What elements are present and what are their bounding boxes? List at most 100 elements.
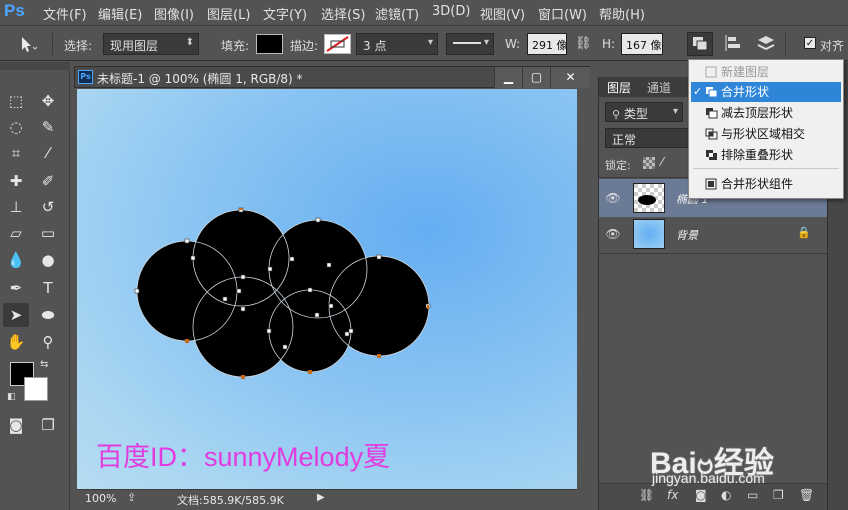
clone-stamp-tool-icon[interactable]: ⊥ <box>3 195 29 219</box>
toolbar-header <box>0 62 70 70</box>
lock-brush-icon[interactable]: ⁄ <box>661 155 663 169</box>
tab-channels[interactable]: 通道 <box>647 79 671 96</box>
menu-exclude-overlapping[interactable]: 排除重叠形状 <box>691 145 841 165</box>
layer-filter-dropdown[interactable]: ⚲ 类型 ▾ <box>605 102 683 122</box>
default-colors-icon[interactable]: ◧ <box>7 392 17 402</box>
visibility-eye-icon[interactable]: 👁 <box>603 179 623 217</box>
stroke-swatch[interactable] <box>324 34 351 54</box>
quick-mask-icon[interactable]: ◙ <box>3 413 29 437</box>
new-layer-icon[interactable]: ❐ <box>773 488 784 502</box>
document-status-bar: 100% ⇪ 文档:585.9K/585.9K ▶ <box>77 489 577 507</box>
merge-components-icon <box>705 178 717 190</box>
select-dropdown[interactable]: 现用图层 ⬍ <box>103 33 199 55</box>
chevron-down-icon: ⬍ <box>185 37 194 48</box>
tools-panel: ⬚ ✥ ◌ ✎ ⌗ ⁄ ✚ ✐ ⊥ ↺ ▱ ▭ 💧 ● ✒ T ➤ ⬬ ✋ ⚲ … <box>0 62 70 510</box>
eraser-tool-icon[interactable]: ▱ <box>3 221 29 245</box>
fill-swatch[interactable] <box>256 34 283 54</box>
zoom-tool-icon[interactable]: ⚲ <box>35 330 61 354</box>
width-input[interactable]: 291 像 <box>527 33 568 55</box>
path-operations-menu: 新建图层 ✓ 合并形状 减去顶层形状 与形状区域相交 排除重叠形状 合并形状组件 <box>688 59 844 199</box>
align-edges-checkbox[interactable]: ✓ <box>804 37 816 49</box>
link-dimensions-icon[interactable]: ⛓ <box>575 36 593 52</box>
menu-intersect-shapes[interactable]: 与形状区域相交 <box>691 124 841 144</box>
menu-edit[interactable]: 编辑(E) <box>98 4 142 23</box>
dodge-tool-icon[interactable]: ● <box>35 248 61 272</box>
folder-icon[interactable]: ▭ <box>747 488 758 502</box>
trash-icon[interactable]: 🗑 <box>799 488 814 502</box>
path-selection-tool-icon[interactable]: ➤ <box>3 303 29 327</box>
eyedropper-tool-icon[interactable]: ⁄ <box>35 141 61 165</box>
blur-tool-icon[interactable]: 💧 <box>3 248 29 272</box>
layer-row-background[interactable]: 👁 背景 🔒 <box>599 215 827 253</box>
path-alignment-icon[interactable] <box>722 32 744 56</box>
menu-new-layer[interactable]: 新建图层 <box>691 62 841 82</box>
stroke-line-icon <box>453 41 481 44</box>
checkmark-icon: ✓ <box>693 85 703 98</box>
ellipse-shape[interactable] <box>329 256 429 356</box>
menu-option-label: 合并形状组件 <box>721 177 794 191</box>
adjustment-icon[interactable]: ◐ <box>721 488 731 502</box>
stroke-type-dropdown[interactable]: ▾ <box>446 33 494 55</box>
menu-filter[interactable]: 滤镜(T) <box>375 4 419 23</box>
menu-bar: Ps 文件(F) 编辑(E) 图像(I) 图层(L) 文字(Y) 选择(S) 滤… <box>0 0 848 26</box>
zoom-level[interactable]: 100% <box>85 492 116 505</box>
maximize-button[interactable]: ▢ <box>522 67 550 88</box>
blend-mode-dropdown[interactable]: 正常 <box>605 128 689 148</box>
height-input[interactable]: 167 像 <box>621 33 663 55</box>
menu-view[interactable]: 视图(V) <box>480 4 525 23</box>
quick-select-tool-icon[interactable]: ✎ <box>35 115 61 139</box>
menu-file[interactable]: 文件(F) <box>43 4 87 23</box>
link-icon[interactable]: ⛓ <box>639 488 654 502</box>
menu-3d[interactable]: 3D(D) <box>432 4 470 19</box>
background-color-swatch[interactable] <box>24 377 48 401</box>
path-arrangement-icon[interactable] <box>754 32 778 56</box>
marquee-tool-icon[interactable]: ⬚ <box>3 89 29 113</box>
visibility-eye-icon[interactable]: 👁 <box>603 215 623 253</box>
document-canvas[interactable]: 百度ID：sunnyMelody夏 <box>77 89 577 489</box>
menu-option-label: 新建图层 <box>721 65 770 79</box>
move-tool-icon[interactable]: ✥ <box>35 89 61 113</box>
ellipse-tool-icon[interactable]: ⬬ <box>35 303 61 327</box>
merged-shape-layer[interactable] <box>77 89 577 489</box>
combine-shapes-icon <box>706 87 718 98</box>
brush-tool-icon[interactable]: ✐ <box>35 169 61 193</box>
layer-thumbnail <box>633 219 665 249</box>
menu-help[interactable]: 帮助(H) <box>599 4 645 23</box>
canvas-text-layer: 百度ID：sunnyMelody夏 <box>96 442 391 472</box>
lock-transparency-icon[interactable] <box>643 157 655 169</box>
menu-select[interactable]: 选择(S) <box>321 4 365 23</box>
document-titlebar[interactable]: Ps 未标题-1 @ 100% (椭圆 1, RGB/8) * ▁ ▢ ✕ <box>74 66 590 88</box>
close-button[interactable]: ✕ <box>550 67 590 88</box>
hand-tool-icon[interactable]: ✋ <box>3 330 29 354</box>
tab-layers[interactable]: 图层 <box>607 79 631 96</box>
menu-layer[interactable]: 图层(L) <box>207 4 250 23</box>
menu-merge-shape-components[interactable]: 合并形状组件 <box>691 174 841 194</box>
pen-tool-icon[interactable]: ✒ <box>3 276 29 300</box>
mask-icon[interactable]: ◙ <box>695 488 707 502</box>
share-icon[interactable]: ⇪ <box>127 491 136 504</box>
stroke-size-dropdown[interactable]: 3 点 ▾ <box>356 33 438 55</box>
type-tool-icon[interactable]: T <box>35 276 61 300</box>
height-label: H: <box>602 37 616 51</box>
gradient-tool-icon[interactable]: ▭ <box>35 221 61 245</box>
crop-tool-icon[interactable]: ⌗ <box>3 141 29 165</box>
document-size-info: 文档:585.9K/585.9K <box>177 494 284 507</box>
swap-colors-icon[interactable]: ⇆ <box>40 359 52 371</box>
screen-mode-icon[interactable]: ❐ <box>35 413 61 437</box>
fx-icon[interactable]: fx <box>667 488 678 502</box>
healing-brush-tool-icon[interactable]: ✚ <box>3 169 29 193</box>
layer-name[interactable]: 背景 <box>676 227 698 243</box>
menu-option-label: 与形状区域相交 <box>721 127 806 141</box>
lock-label: 锁定: <box>605 159 631 172</box>
history-brush-tool-icon[interactable]: ↺ <box>35 195 61 219</box>
menu-subtract-front-shape[interactable]: 减去顶层形状 <box>691 103 841 123</box>
status-menu-arrow-icon[interactable]: ▶ <box>317 492 325 503</box>
menu-type[interactable]: 文字(Y) <box>263 4 307 23</box>
menu-image[interactable]: 图像(I) <box>154 4 194 23</box>
minimize-button[interactable]: ▁ <box>494 67 522 88</box>
menu-window[interactable]: 窗口(W) <box>538 4 587 23</box>
menu-combine-shapes[interactable]: ✓ 合并形状 <box>691 82 841 102</box>
path-select-tool-icon[interactable] <box>18 35 38 53</box>
lasso-tool-icon[interactable]: ◌ <box>3 115 29 139</box>
path-operations-button[interactable] <box>687 32 713 56</box>
